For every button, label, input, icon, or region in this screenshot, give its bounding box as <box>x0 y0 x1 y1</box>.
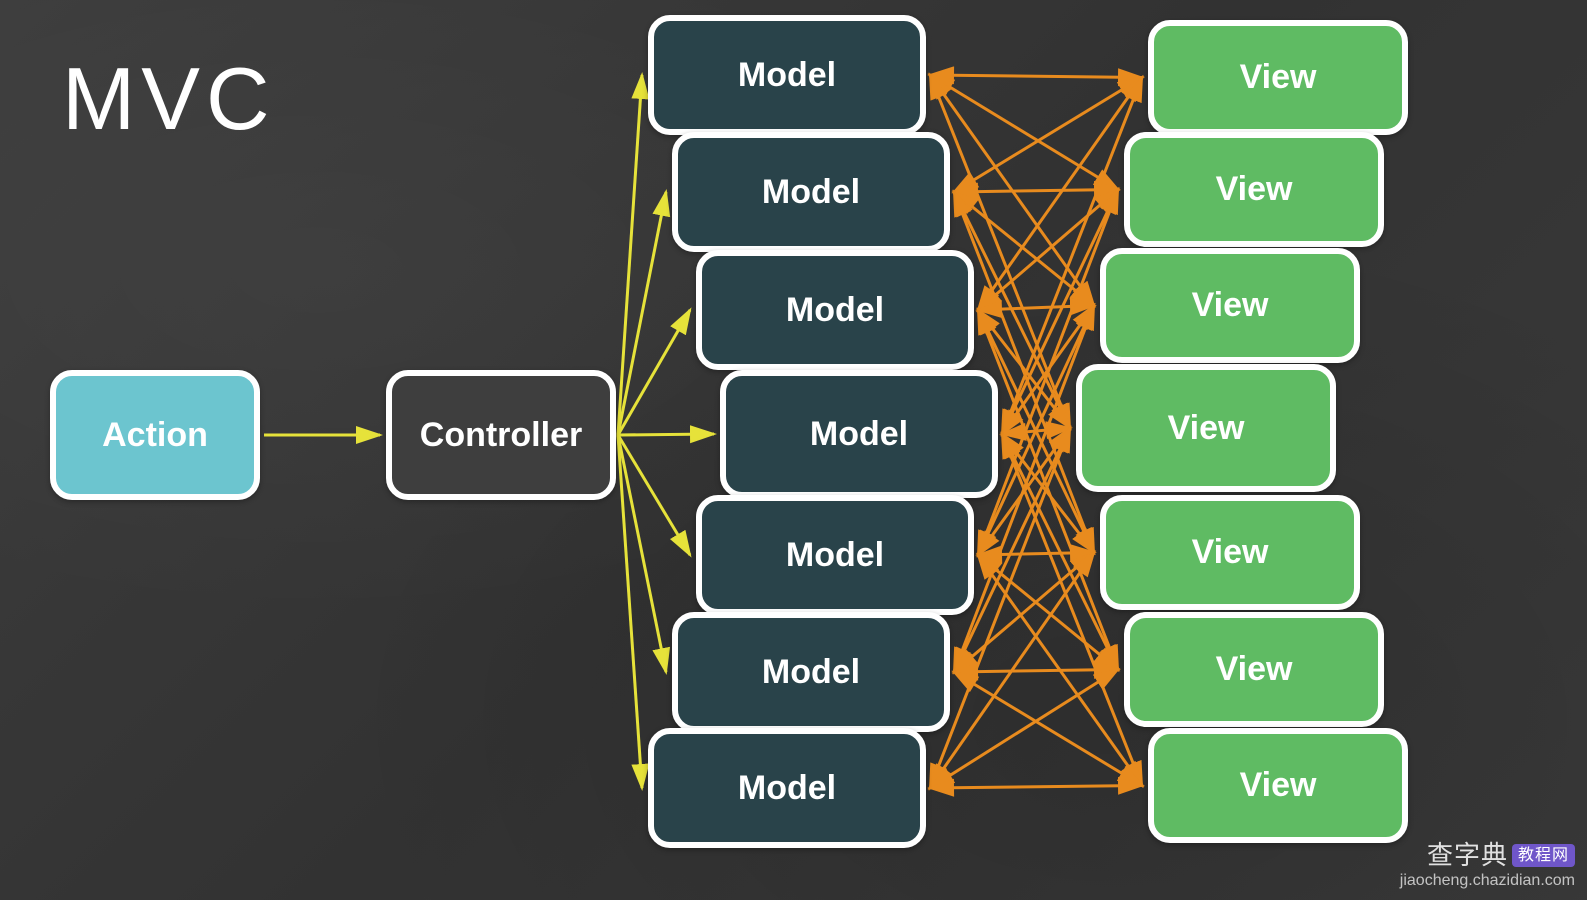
node-model-label: Model <box>738 769 836 808</box>
node-model-label: Model <box>810 415 908 454</box>
node-view: View <box>1100 248 1360 363</box>
node-view-label: View <box>1216 650 1293 689</box>
node-model: Model <box>648 728 926 848</box>
watermark: 查字典教程网 jiaocheng.chazidian.com <box>1400 840 1575 890</box>
node-model: Model <box>672 132 950 252</box>
node-view: View <box>1124 132 1384 247</box>
node-view: View <box>1076 364 1336 492</box>
node-view: View <box>1124 612 1384 727</box>
node-model-label: Model <box>762 653 860 692</box>
node-view-label: View <box>1240 58 1317 97</box>
node-controller: Controller <box>386 370 616 500</box>
node-view-label: View <box>1216 170 1293 209</box>
node-view-label: View <box>1192 533 1269 572</box>
diagram-stage: MVC Action Controller Model Model Model Mod… <box>0 0 1587 900</box>
node-action: Action <box>50 370 260 500</box>
node-model: Model <box>720 370 998 498</box>
watermark-url: jiaocheng.chazidian.com <box>1400 871 1575 890</box>
node-view-label: View <box>1168 409 1245 448</box>
watermark-badge: 教程网 <box>1512 844 1575 867</box>
node-model: Model <box>696 495 974 615</box>
node-model-label: Model <box>738 56 836 95</box>
node-view: View <box>1148 20 1408 135</box>
node-model: Model <box>672 612 950 732</box>
node-model-label: Model <box>786 536 884 575</box>
node-controller-label: Controller <box>420 416 582 455</box>
node-model-label: Model <box>762 173 860 212</box>
watermark-text-a: 查字典 <box>1427 840 1508 870</box>
node-model-label: Model <box>786 291 884 330</box>
node-action-label: Action <box>102 416 208 455</box>
node-model: Model <box>696 250 974 370</box>
node-view: View <box>1148 728 1408 843</box>
node-view-label: View <box>1192 286 1269 325</box>
node-view: View <box>1100 495 1360 610</box>
diagram-title: MVC <box>62 48 276 150</box>
node-view-label: View <box>1240 766 1317 805</box>
node-model: Model <box>648 15 926 135</box>
